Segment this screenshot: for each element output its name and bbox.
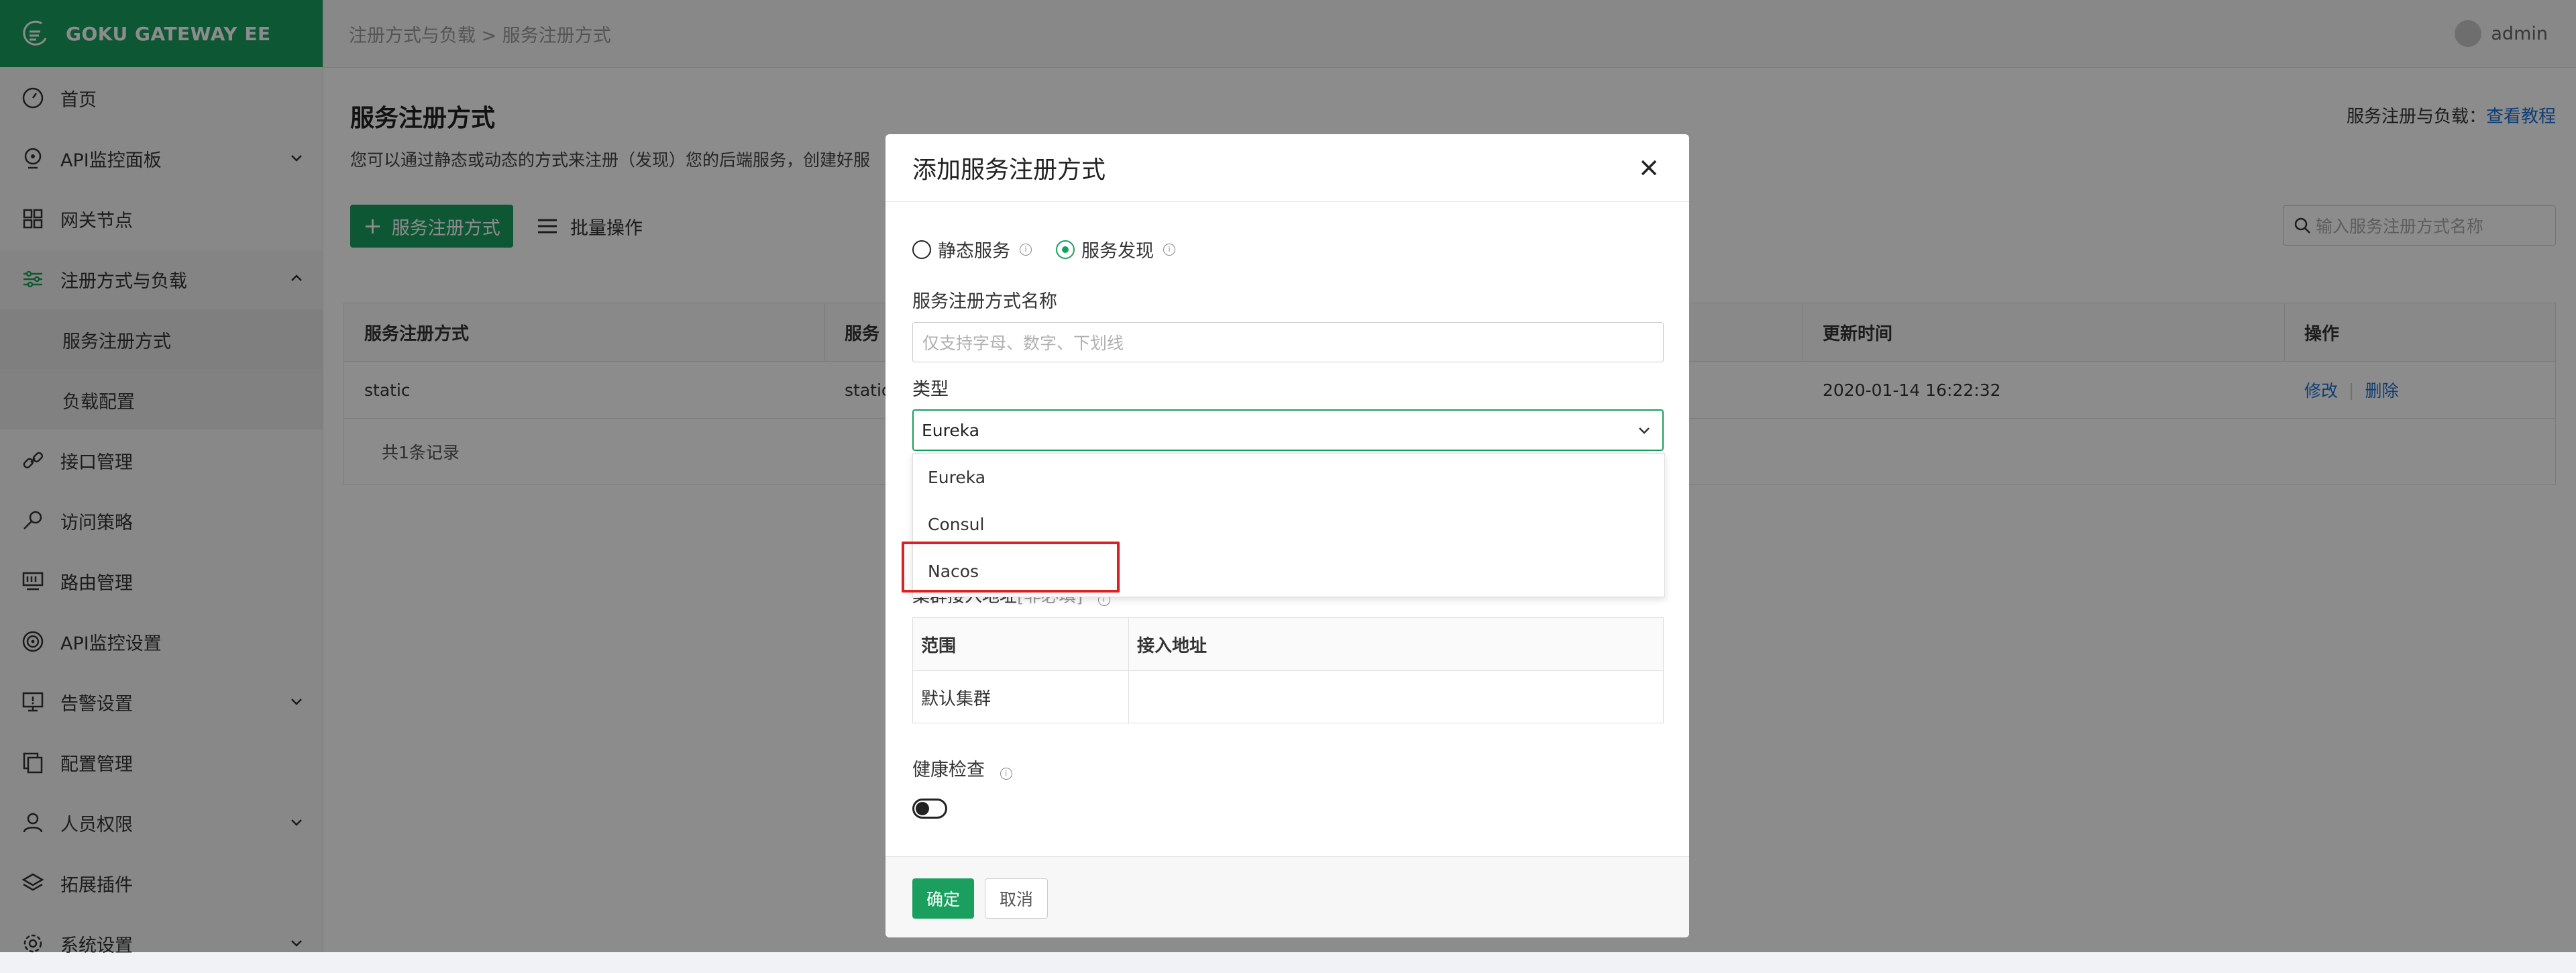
health-check-text: 健康检查 xyxy=(912,760,985,780)
table-row: 默认集群 xyxy=(913,671,1663,723)
close-icon[interactable] xyxy=(1635,154,1662,181)
chevron-down-icon xyxy=(1639,427,1650,434)
option-consul[interactable]: Consul xyxy=(913,501,1664,548)
registration-mode-group: 静态服务 i 服务发现 i xyxy=(912,236,1199,262)
modal-title: 添加服务注册方式 xyxy=(912,156,1106,184)
cluster-table-header: 范围 接入地址 xyxy=(913,618,1663,671)
radio-discovery-label[interactable]: 服务发现 xyxy=(1081,236,1154,262)
info-icon: i xyxy=(1000,768,1012,780)
name-input[interactable]: 仅支持字母、数字、下划线 xyxy=(912,322,1664,362)
modal-header: 添加服务注册方式 xyxy=(885,134,1689,202)
name-placeholder: 仅支持字母、数字、下划线 xyxy=(922,334,1124,353)
modal-footer: 确定 取消 xyxy=(885,856,1689,937)
radio-discovery[interactable] xyxy=(1056,240,1075,259)
column-header: 接入地址 xyxy=(1137,635,1208,656)
radio-static[interactable] xyxy=(912,240,931,259)
health-check-toggle[interactable] xyxy=(912,799,947,819)
type-label: 类型 xyxy=(912,379,949,400)
health-check-label: 健康检查 i xyxy=(912,755,1036,781)
cluster-address-input[interactable] xyxy=(1129,671,1663,723)
type-select[interactable]: Eureka xyxy=(912,409,1664,451)
cancel-button[interactable]: 取消 xyxy=(985,878,1048,919)
add-registration-modal: 添加服务注册方式 静态服务 i 服务发现 i 服务注册方式名称 仅支持字母、数字… xyxy=(885,134,1689,937)
cluster-table: 范围 接入地址 默认集群 xyxy=(912,617,1664,723)
radio-static-label[interactable]: 静态服务 xyxy=(938,236,1010,262)
info-icon: i xyxy=(1163,243,1175,256)
confirm-button[interactable]: 确定 xyxy=(912,878,974,919)
type-selected-value: Eureka xyxy=(922,420,980,440)
highlight-box xyxy=(902,542,1120,593)
option-eureka[interactable]: Eureka xyxy=(913,454,1664,501)
cluster-scope: 默认集群 xyxy=(913,671,1129,723)
info-icon: i xyxy=(1020,243,1032,256)
column-header: 范围 xyxy=(913,618,1129,670)
name-label: 服务注册方式名称 xyxy=(912,291,1057,312)
